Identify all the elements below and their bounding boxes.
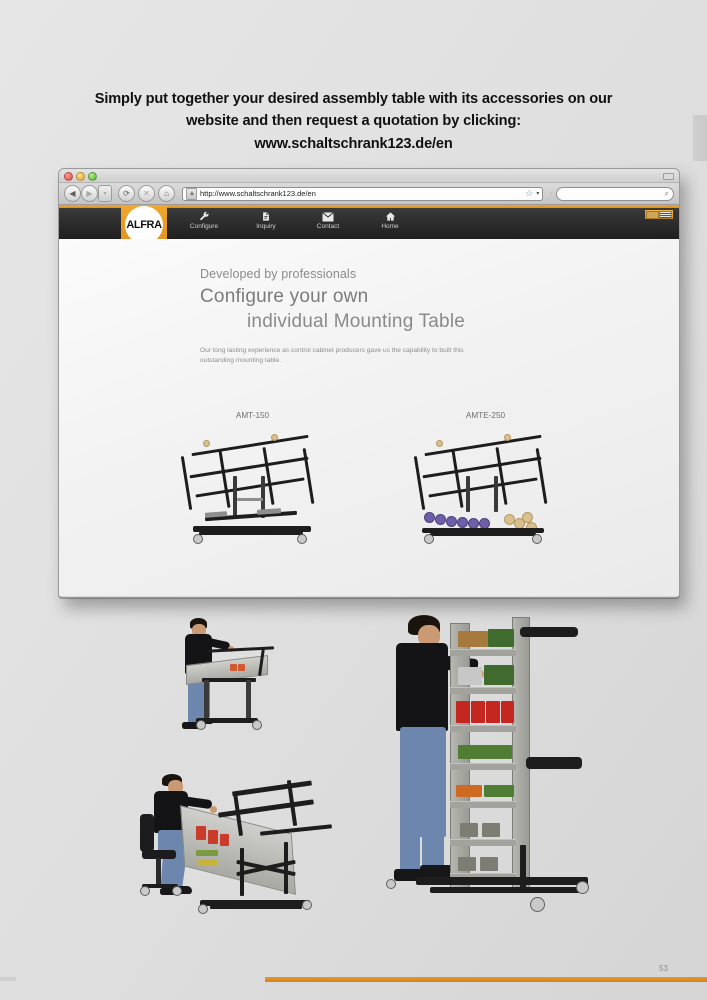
- browser-titlebar: [59, 169, 679, 183]
- photo-operator-at-vertical-mounting-rack: [380, 605, 610, 945]
- product-image-amt-150: [175, 426, 330, 548]
- forward-button[interactable]: ▶: [81, 185, 98, 202]
- flag-en-icon[interactable]: [659, 210, 672, 219]
- product-amt-150[interactable]: AMT-150: [175, 411, 330, 561]
- nav-label-contact: Contact: [316, 223, 340, 230]
- search-input[interactable]: ⌕: [556, 186, 674, 201]
- product-label-amt-150: AMT-150: [235, 411, 270, 420]
- bookmark-star-icon[interactable]: ☆: [525, 189, 533, 198]
- nav-item-contact[interactable]: Contact: [305, 211, 351, 230]
- toolbar-separator: ·: [550, 188, 553, 198]
- history-dropdown-button[interactable]: ▾: [98, 185, 112, 202]
- nav-item-configure[interactable]: Configure: [181, 211, 227, 230]
- photo-seated-operator-at-tilted-assembly-table: [140, 770, 340, 950]
- address-bar-url: http://www.schaltschrank123.de/en: [200, 189, 316, 198]
- minimize-window-icon[interactable]: [76, 172, 85, 181]
- nav-item-inquiry[interactable]: Inquiry: [243, 211, 289, 230]
- back-button[interactable]: ◀: [64, 185, 81, 202]
- page-number: 53: [659, 964, 668, 973]
- close-window-icon[interactable]: [64, 172, 73, 181]
- website-viewport: ALFRA Configure Inquiry Contact Home Dev…: [59, 205, 679, 596]
- nav-label-home: Home: [381, 223, 399, 230]
- footer-accent-bar: [265, 977, 707, 982]
- reload-button[interactable]: ⟳: [118, 185, 135, 202]
- product-amte-250[interactable]: AMTE-250: [408, 411, 563, 561]
- site-nav-items: Configure Inquiry Contact Home: [181, 211, 413, 230]
- stop-button[interactable]: ✕: [138, 185, 155, 202]
- house-icon: [385, 211, 396, 222]
- language-selector[interactable]: [645, 210, 673, 219]
- product-gallery: AMT-150 AMTE-250: [59, 411, 679, 561]
- hero-body-text: Our long lasting experience as control c…: [200, 347, 464, 365]
- document-icon: [261, 211, 271, 222]
- zoom-window-icon[interactable]: [88, 172, 97, 181]
- page-edge-tab-marker: [693, 115, 707, 161]
- site-hero-section: Developed by professionals Configure you…: [59, 239, 679, 596]
- search-icon: ⌕: [664, 188, 669, 198]
- toolbar-toggle-icon[interactable]: [663, 173, 674, 180]
- product-image-amte-250: [408, 426, 563, 548]
- hero-eyebrow: Developed by professionals: [200, 267, 357, 281]
- address-bar[interactable]: http://www.schaltschrank123.de/en ☆ ▾: [182, 186, 544, 201]
- footer-left-nub: [0, 977, 16, 981]
- window-controls[interactable]: [64, 172, 97, 181]
- home-button[interactable]: ⌂: [158, 185, 175, 202]
- flag-de-icon[interactable]: [646, 210, 659, 219]
- heading-line-2: website and then request a quotation by …: [186, 113, 521, 130]
- nav-label-configure: Configure: [189, 223, 219, 230]
- site-favicon-icon: [186, 187, 197, 200]
- product-label-amte-250: AMTE-250: [465, 411, 506, 420]
- envelope-icon: [322, 211, 334, 222]
- hero-text-block: Developed by professionals Configure you…: [200, 267, 475, 366]
- hero-title-line2: individual Mounting Table: [247, 311, 466, 332]
- nav-item-home[interactable]: Home: [367, 211, 413, 230]
- site-navigation-bar: ALFRA Configure Inquiry Contact Home: [59, 205, 679, 244]
- alfra-logo[interactable]: ALFRA: [121, 205, 167, 244]
- hero-title-line1: Configure your own: [200, 286, 369, 307]
- product-photo-collage: [0, 600, 707, 955]
- nav-label-inquiry: Inquiry: [256, 223, 276, 230]
- wrench-icon: [199, 211, 210, 222]
- alfra-logo-text: ALFRA: [126, 218, 162, 231]
- page-heading: Simply put together your desired assembl…: [40, 88, 667, 155]
- navigation-button-group[interactable]: ◀ ▶ ▾: [64, 185, 112, 202]
- photo-standing-operator-at-assembly-table: [168, 618, 293, 768]
- browser-toolbar: ◀ ▶ ▾ ⟳ ✕ ⌂ http://www.schaltschrank123.…: [59, 183, 679, 205]
- chevron-down-icon[interactable]: ▾: [536, 191, 539, 197]
- heading-line-3: www.schaltschrank123.de/en: [254, 135, 453, 152]
- browser-window-screenshot: ◀ ▶ ▾ ⟳ ✕ ⌂ http://www.schaltschrank123.…: [58, 168, 680, 598]
- heading-line-1: Simply put together your desired assembl…: [94, 91, 613, 107]
